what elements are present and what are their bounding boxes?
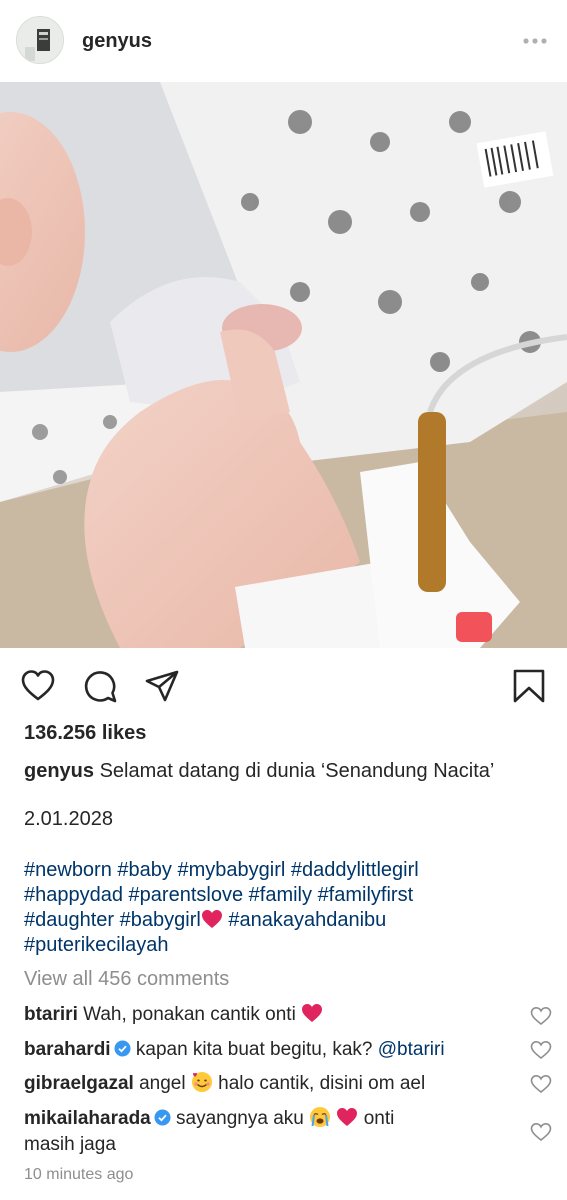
avatar-image xyxy=(17,17,63,63)
post-header: genyus xyxy=(0,0,567,82)
post-actions xyxy=(0,660,567,710)
red-heart-emoji-icon xyxy=(302,1004,323,1022)
red-heart-emoji-icon xyxy=(201,910,222,928)
caption: genyus Selamat datang di dunia ‘Senandun… xyxy=(24,758,544,784)
comment-text: Wah, ponakan cantik onti xyxy=(83,1004,296,1025)
comment-text: onti xyxy=(363,1108,395,1129)
hashtag[interactable]: #newborn xyxy=(24,859,112,881)
comment-text: masih jaga xyxy=(24,1134,116,1155)
post-photo[interactable] xyxy=(0,82,567,648)
comment-username[interactable]: barahardi xyxy=(24,1039,111,1060)
newborn-photo-image xyxy=(0,82,567,648)
hashtag[interactable]: #babygirl xyxy=(120,909,201,931)
like-count[interactable]: 136.256 likes xyxy=(24,722,146,745)
comment-username[interactable]: mikailaharada xyxy=(24,1108,151,1129)
view-all-comments-link[interactable]: View all 456 comments xyxy=(24,968,229,991)
comment-mention[interactable]: @btariri xyxy=(378,1039,445,1060)
caption-date: 2.01.2028 xyxy=(24,808,113,830)
post-username[interactable]: genyus xyxy=(82,30,152,53)
caption-text: Selamat datang di dunia ‘Senandung Nacit… xyxy=(99,760,495,782)
comment-like-heart-icon[interactable] xyxy=(530,1122,552,1142)
caption-username[interactable]: genyus xyxy=(24,760,94,782)
verified-badge-icon xyxy=(114,1040,131,1057)
comment-username[interactable]: btariri xyxy=(24,1004,78,1025)
comment-text: sayangnya aku xyxy=(176,1108,304,1129)
comment-text: halo cantik, disini om ael xyxy=(218,1073,426,1094)
comment-bubble-icon[interactable] xyxy=(82,668,118,704)
comment-row: btariri Wah, ponakan cantik onti xyxy=(24,1002,524,1028)
red-heart-emoji-icon xyxy=(337,1108,358,1126)
avatar[interactable] xyxy=(16,16,64,64)
hashtag[interactable]: #anakayahdanibu xyxy=(228,909,386,931)
loudly-crying-face-emoji-icon xyxy=(310,1107,331,1127)
verified-badge-icon xyxy=(154,1109,171,1126)
comment-like-heart-icon[interactable] xyxy=(530,1040,552,1060)
more-dots-icon[interactable] xyxy=(522,37,548,45)
hashtag[interactable]: #daughter xyxy=(24,909,114,931)
paper-plane-icon[interactable] xyxy=(144,668,180,704)
hashtag[interactable]: #mybabygirl xyxy=(177,859,285,881)
comment-row: mikailaharada sayangnya aku onti masih j… xyxy=(24,1106,524,1158)
hashtag[interactable]: #parentslove xyxy=(129,884,244,906)
hashtag[interactable]: #family xyxy=(249,884,312,906)
hashtag[interactable]: #baby xyxy=(117,859,172,881)
comment-text: kapan kita buat begitu, kak? xyxy=(135,1039,373,1060)
hashtag[interactable]: #happydad xyxy=(24,884,123,906)
hashtag-block: #newborn #baby #mybabygirl #daddylittleg… xyxy=(24,858,554,958)
hashtag[interactable]: #puterikecilayah xyxy=(24,934,169,956)
post-timestamp: 10 minutes ago xyxy=(24,1166,134,1183)
comment-row: barahardi kapan kita buat begitu, kak? @… xyxy=(24,1037,524,1063)
comment-text: angel xyxy=(139,1073,186,1094)
comment-row: gibraelgazal angel halo cantik, disini o… xyxy=(24,1071,524,1097)
smiling-face-with-hearts-emoji-icon xyxy=(191,1072,212,1092)
comment-like-heart-icon[interactable] xyxy=(530,1074,552,1094)
comment-like-heart-icon[interactable] xyxy=(530,1006,552,1026)
bookmark-icon[interactable] xyxy=(511,668,547,704)
heart-icon[interactable] xyxy=(20,668,56,704)
comment-username[interactable]: gibraelgazal xyxy=(24,1073,134,1094)
hashtag[interactable]: #familyfirst xyxy=(318,884,414,906)
hashtag[interactable]: #daddylittlegirl xyxy=(291,859,419,881)
